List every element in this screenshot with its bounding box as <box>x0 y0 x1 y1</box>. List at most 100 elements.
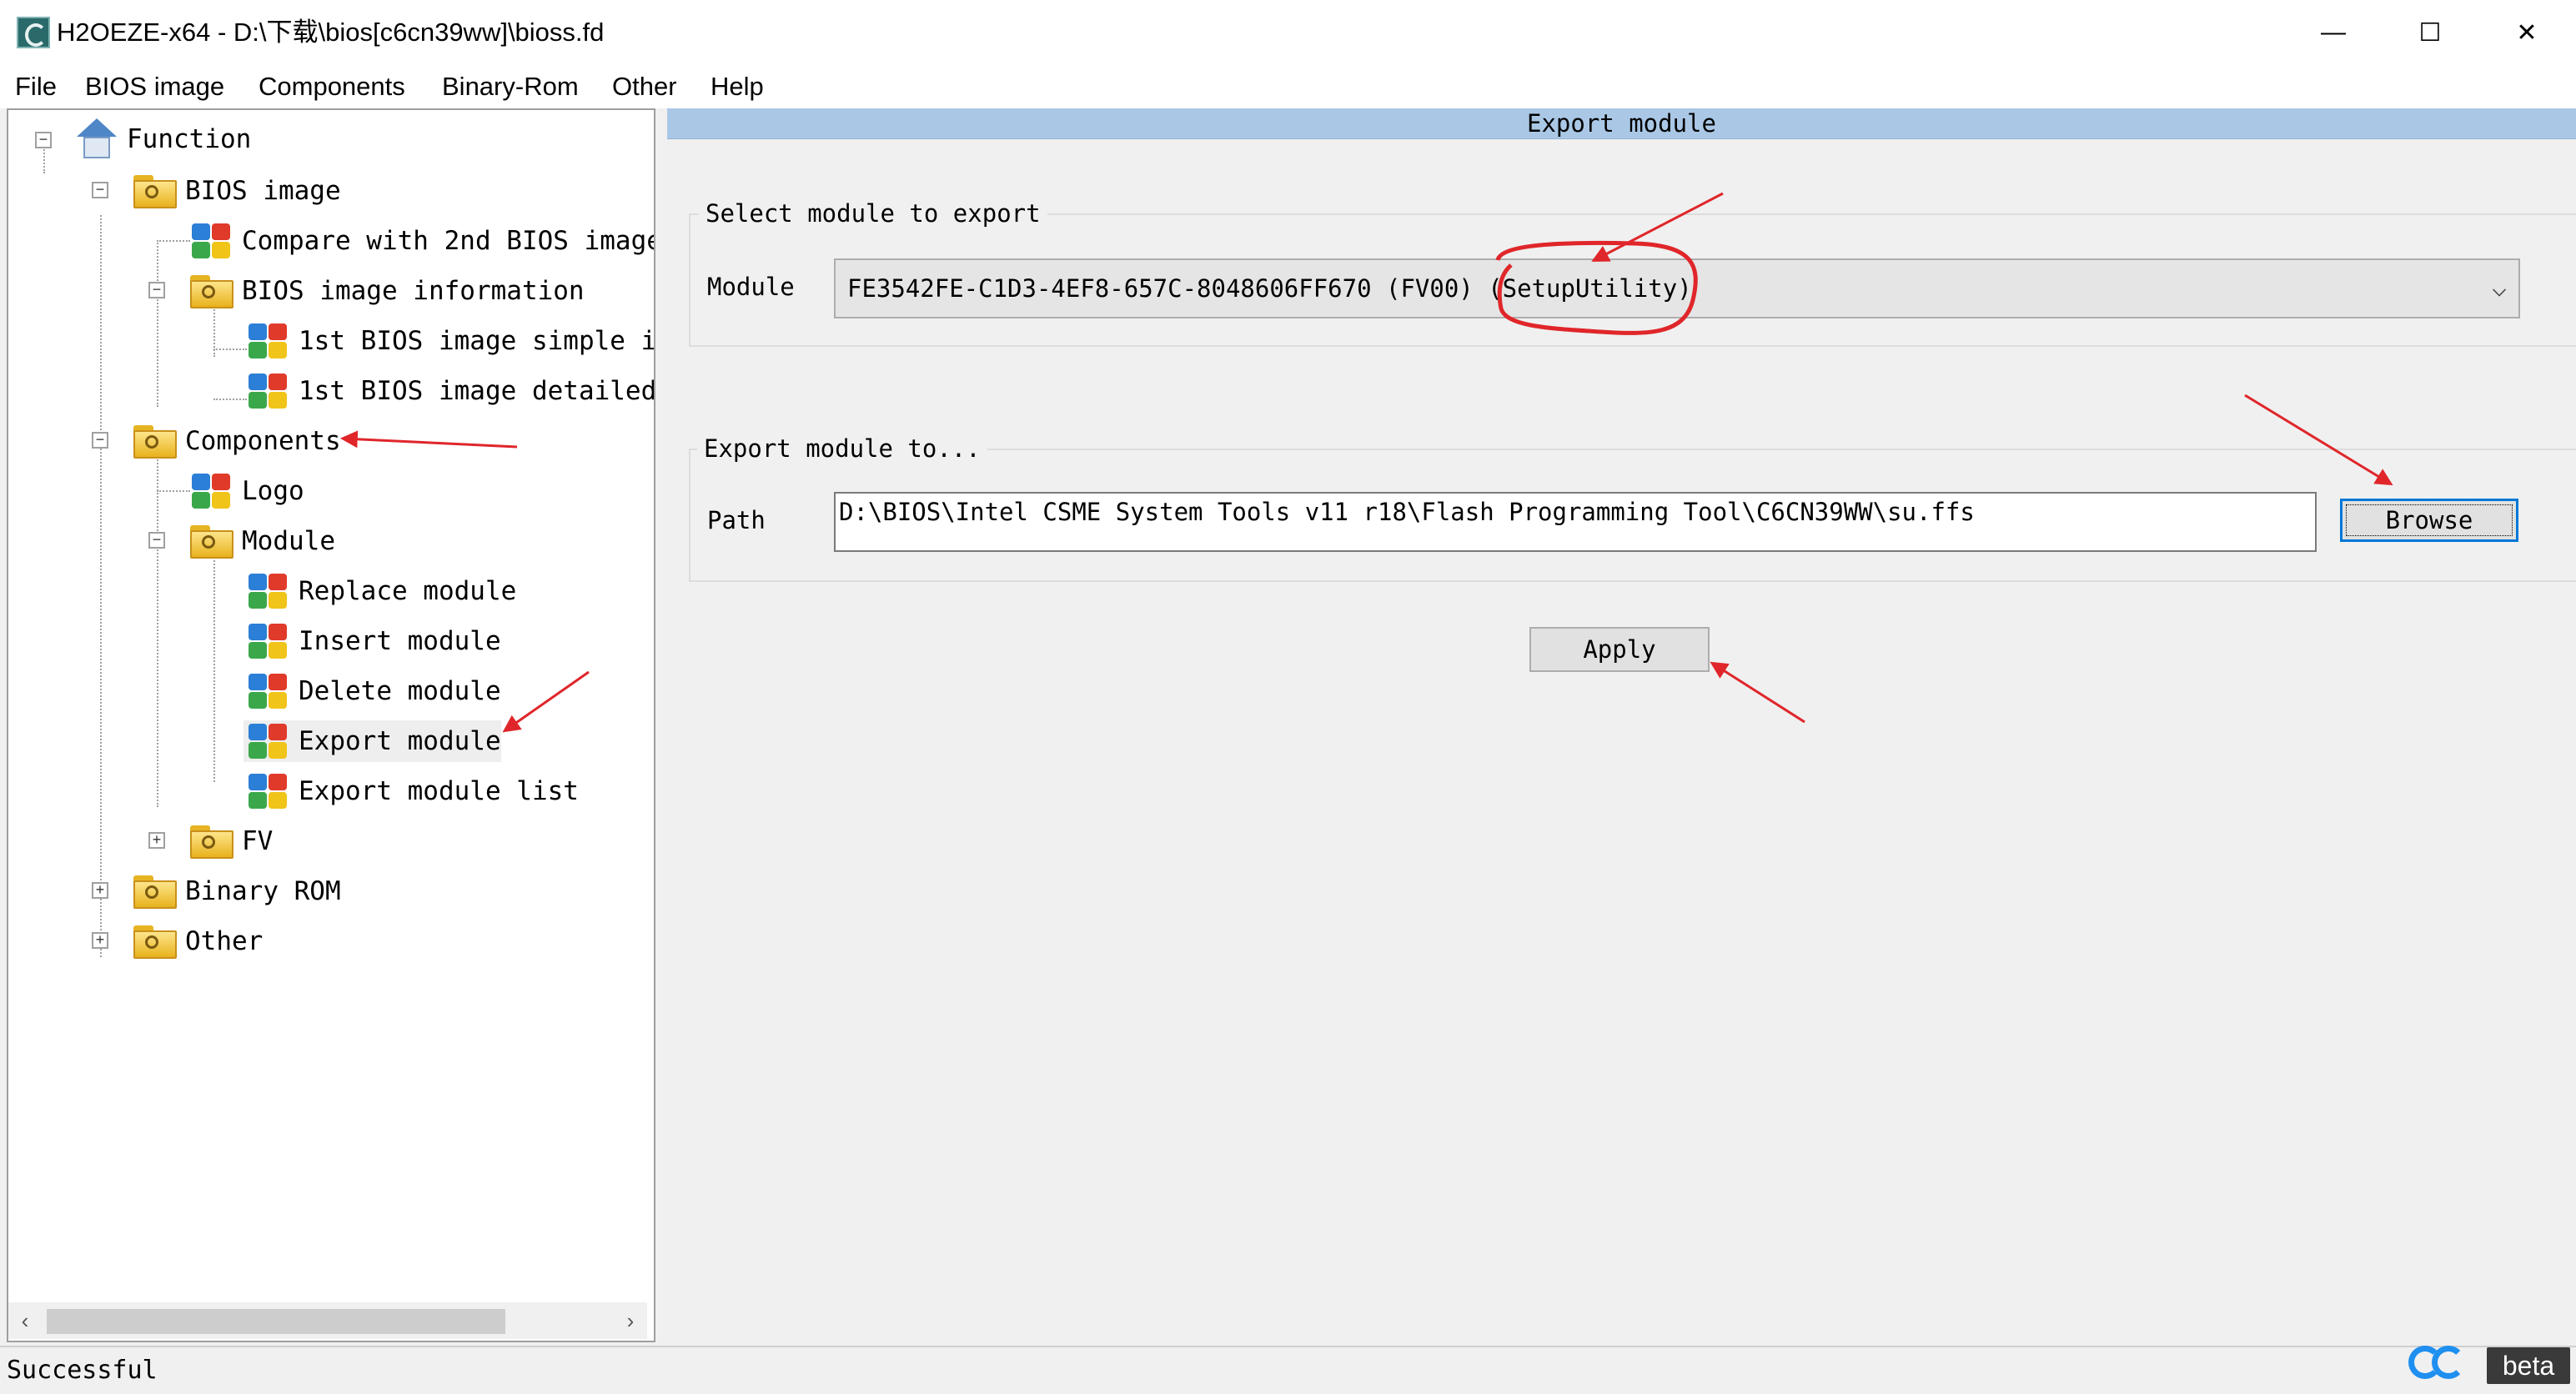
tree-line <box>100 215 102 957</box>
collapse-toggle[interactable]: − <box>92 182 108 198</box>
tree-line <box>157 440 158 807</box>
puzzle-icon <box>187 470 235 512</box>
tree-label: Module <box>242 526 335 556</box>
expand-toggle[interactable]: + <box>148 832 165 849</box>
tree-item-first-detailed[interactable]: 1st BIOS image detailed <box>244 370 655 412</box>
tree-item-export-module[interactable]: Export module <box>244 720 501 762</box>
tree-item-first-simple[interactable]: 1st BIOS image simple in <box>244 320 655 362</box>
path-input[interactable]: D:\BIOS\Intel CSME System Tools v11 r18\… <box>834 492 2317 552</box>
scroll-left-icon[interactable]: ‹ <box>8 1302 42 1339</box>
tree-label: 1st BIOS image simple in <box>299 326 655 356</box>
menu-bar: File BIOS image Components Binary-Rom Ot… <box>0 65 2576 108</box>
tree-item-bios-image[interactable]: BIOS image <box>130 170 341 212</box>
menu-components[interactable]: Components <box>259 65 405 108</box>
export-path-group-title: Export module to... <box>697 434 987 464</box>
tree-line <box>213 399 247 400</box>
tree-label: BIOS image <box>185 176 341 206</box>
tree-line <box>213 348 247 350</box>
menu-file[interactable]: File <box>15 65 57 108</box>
apply-button[interactable]: Apply <box>1529 627 1710 672</box>
annotation-arrow <box>1710 661 1805 724</box>
chevron-down-icon: ⌵ <box>2491 273 2507 303</box>
tree-label: Compare with 2nd BIOS image <box>242 226 655 256</box>
folder-search-icon <box>187 820 235 862</box>
tree-label: Delete module <box>299 676 501 706</box>
tree-item-fv[interactable]: FV <box>187 820 273 862</box>
tree-line <box>157 240 190 242</box>
tree-line <box>157 490 190 492</box>
folder-search-icon <box>187 270 235 312</box>
collapse-toggle[interactable]: − <box>92 432 108 449</box>
tree-item-insert-module[interactable]: Insert module <box>244 620 501 662</box>
tree-item-other[interactable]: Other <box>130 920 263 962</box>
tree-item-binary-rom[interactable]: Binary ROM <box>130 870 341 912</box>
expand-toggle[interactable]: + <box>92 932 108 949</box>
pcbeta-logo-icon <box>2408 1346 2468 1387</box>
scroll-right-icon[interactable]: › <box>614 1302 647 1339</box>
collapse-toggle[interactable]: − <box>148 282 165 298</box>
tree-line <box>157 240 158 407</box>
tree-label: Insert module <box>299 626 501 656</box>
puzzle-icon <box>244 620 292 662</box>
tree-label: FV <box>242 826 274 856</box>
watermark-logo: beta <box>2408 1342 2572 1389</box>
menu-binary-rom[interactable]: Binary-Rom <box>442 65 579 108</box>
puzzle-icon <box>244 370 292 412</box>
tree-item-delete-module[interactable]: Delete module <box>244 670 501 712</box>
folder-search-icon <box>130 170 178 212</box>
focus-rectangle <box>2346 504 2513 536</box>
tree-item-function[interactable]: Function <box>72 118 251 160</box>
puzzle-icon <box>244 670 292 712</box>
tree-label: Export module <box>299 726 501 756</box>
status-bar: Successful <box>0 1346 2576 1394</box>
tree-item-logo[interactable]: Logo <box>187 470 304 512</box>
close-button[interactable]: ✕ <box>2478 0 2575 65</box>
maximize-icon: ☐ <box>2418 18 2442 47</box>
tree-item-replace-module[interactable]: Replace module <box>244 570 516 612</box>
scroll-thumb[interactable] <box>47 1309 505 1334</box>
tree-label: 1st BIOS image detailed <box>299 376 655 406</box>
tree-label: Logo <box>242 476 304 506</box>
tree-item-export-module-list[interactable]: Export module list <box>244 770 579 812</box>
puzzle-icon <box>244 320 292 362</box>
tree-item-module[interactable]: Module <box>187 520 335 562</box>
folder-search-icon <box>130 420 178 462</box>
collapse-toggle[interactable]: − <box>35 132 52 148</box>
minimize-button[interactable]: — <box>2285 0 2382 65</box>
tree-line <box>213 540 215 782</box>
tree-label: BIOS image information <box>242 276 585 306</box>
tree-item-bios-info[interactable]: BIOS image information <box>187 270 585 312</box>
puzzle-icon <box>187 220 235 262</box>
path-input-value: D:\BIOS\Intel CSME System Tools v11 r18\… <box>839 498 1975 526</box>
folder-search-icon <box>130 870 178 912</box>
panel-title: Export module <box>667 108 2576 139</box>
menu-other[interactable]: Other <box>612 65 677 108</box>
status-text: Successful <box>7 1356 158 1385</box>
puzzle-icon <box>244 720 292 762</box>
window-title: H2OEZE-x64 - D:\下载\bios[c6cn39ww]\bioss.… <box>57 18 605 47</box>
title-bar: H2OEZE-x64 - D:\下载\bios[c6cn39ww]\bioss.… <box>0 0 2576 65</box>
function-home-icon <box>72 115 120 163</box>
expand-toggle[interactable]: + <box>92 882 108 899</box>
menu-help[interactable]: Help <box>711 65 764 108</box>
browse-button[interactable]: Browse <box>2340 499 2518 542</box>
module-select-value: FE3542FE-C1D3-4EF8-657C-8048606FF670 (FV… <box>847 274 1692 303</box>
folder-search-icon <box>187 520 235 562</box>
module-select[interactable]: FE3542FE-C1D3-4EF8-657C-8048606FF670 (FV… <box>834 258 2520 318</box>
tree-item-compare[interactable]: Compare with 2nd BIOS image <box>187 220 655 262</box>
tree-label: Other <box>185 926 264 956</box>
app-icon <box>17 17 50 48</box>
collapse-toggle[interactable]: − <box>148 532 165 549</box>
maximize-button[interactable]: ☐ <box>2382 0 2478 65</box>
apply-button-label: Apply <box>1583 635 1656 664</box>
puzzle-icon <box>244 770 292 812</box>
module-label: Module <box>707 273 795 301</box>
tree-horizontal-scrollbar[interactable]: ‹ › <box>8 1302 647 1339</box>
menu-bios-image[interactable]: BIOS image <box>85 65 224 108</box>
function-tree[interactable]: − Function − BIOS image Compare with 2nd… <box>7 108 655 1342</box>
minimize-icon: — <box>2321 18 2346 46</box>
tree-item-components[interactable]: Components <box>130 420 341 462</box>
tree-label: Binary ROM <box>185 876 341 906</box>
puzzle-icon <box>244 570 292 612</box>
close-icon: ✕ <box>2516 18 2538 47</box>
